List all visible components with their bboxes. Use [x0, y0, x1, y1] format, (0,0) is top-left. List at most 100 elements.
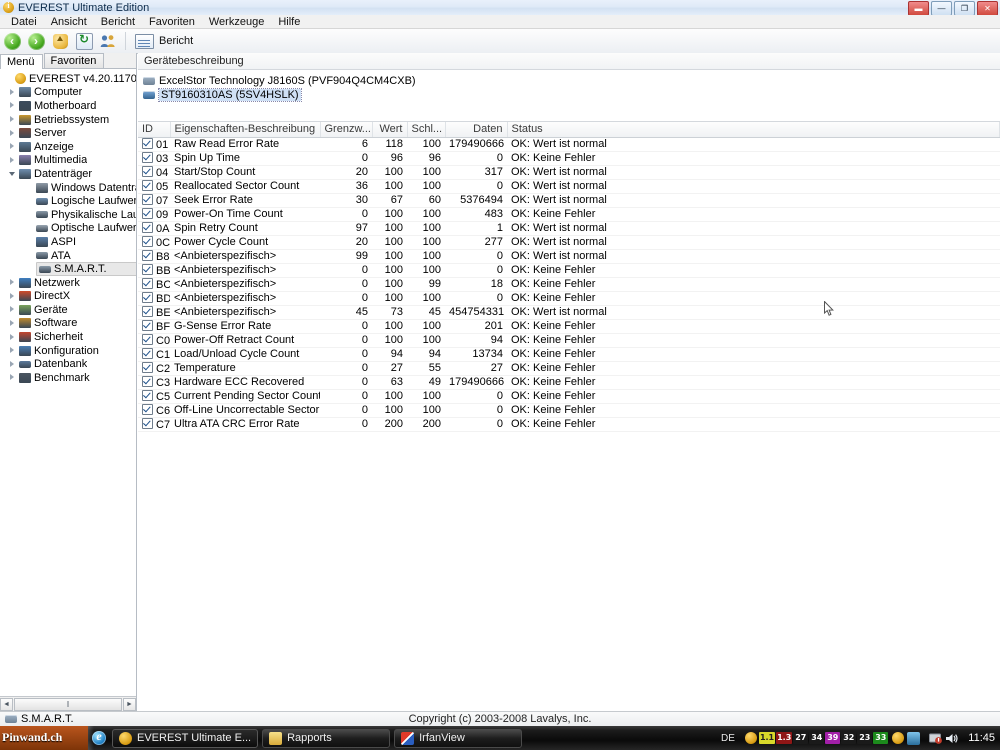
- sidebar-item-benchmark[interactable]: Benchmark: [0, 371, 136, 385]
- tray-sensor-chip[interactable]: 32: [841, 732, 857, 744]
- menu-item-bericht[interactable]: Bericht: [94, 16, 142, 28]
- sidebar-item-logische-laufwerke[interactable]: Logische Laufwerke: [0, 194, 136, 208]
- action-center-icon[interactable]: [929, 732, 943, 745]
- row-checkbox[interactable]: [142, 263, 153, 275]
- internet-explorer-icon[interactable]: [92, 729, 106, 745]
- chevron-right-icon[interactable]: [8, 319, 17, 328]
- tray-sensor-chip[interactable]: 23: [857, 732, 873, 744]
- language-indicator[interactable]: DE: [721, 733, 735, 744]
- chevron-right-icon[interactable]: [8, 305, 17, 314]
- table-row[interactable]: BC <Anbieterspezifisch> 0 100 99 18 OK: Keine …: [138, 277, 1000, 292]
- row-checkbox[interactable]: [142, 137, 153, 149]
- column-header-description[interactable]: Eigenschaften-Beschreibung: [170, 122, 321, 138]
- maximize-button[interactable]: ❐: [954, 1, 975, 16]
- row-checkbox[interactable]: [142, 151, 153, 163]
- device-row[interactable]: ExcelStor Technology J8160S (PVF904Q4CM4…: [138, 74, 1000, 88]
- row-checkbox[interactable]: [142, 347, 153, 359]
- chevron-right-icon[interactable]: [8, 88, 17, 97]
- chevron-right-icon[interactable]: [8, 292, 17, 301]
- scroll-right-arrow[interactable]: ►: [123, 697, 136, 711]
- row-checkbox[interactable]: [142, 375, 153, 387]
- row-checkbox[interactable]: [142, 417, 153, 429]
- row-checkbox[interactable]: [142, 319, 153, 331]
- refresh-button[interactable]: [72, 30, 96, 52]
- taskbar-button[interactable]: EVEREST Ultimate E...: [112, 728, 259, 748]
- users-button[interactable]: [96, 30, 120, 52]
- chevron-right-icon[interactable]: [8, 115, 17, 124]
- chevron-right-icon[interactable]: [8, 346, 17, 355]
- table-row[interactable]: B8 <Anbieterspezifisch> 99 100 100 0 OK: Wert …: [138, 249, 1000, 264]
- tray-sensor-chip[interactable]: 33: [873, 732, 889, 744]
- table-row[interactable]: BF G-Sense Error Rate 0 100 100 201 OK: Keine …: [138, 319, 1000, 334]
- chevron-right-icon[interactable]: [8, 129, 17, 138]
- chevron-right-icon[interactable]: [8, 333, 17, 342]
- column-header-status[interactable]: Status: [507, 122, 1000, 138]
- row-checkbox[interactable]: [142, 249, 153, 261]
- table-row[interactable]: C3 Hardware ECC Recovered 0 63 49 179490666 OK…: [138, 375, 1000, 390]
- column-header-data[interactable]: Daten: [445, 122, 508, 138]
- row-checkbox[interactable]: [142, 403, 153, 415]
- table-row[interactable]: 01 Raw Read Error Rate 6 118 100 179490666 OK:…: [138, 137, 1000, 152]
- sidebar-item-optische-laufwerke[interactable]: Optische Laufwerke: [0, 222, 136, 236]
- row-checkbox[interactable]: [142, 165, 153, 177]
- chevron-right-icon[interactable]: [8, 373, 17, 382]
- start-button[interactable]: Pinwand.ch: [0, 726, 88, 750]
- table-row[interactable]: 05 Reallocated Sector Count 36 100 100 0 OK: W…: [138, 179, 1000, 194]
- row-checkbox[interactable]: [142, 305, 153, 317]
- sidebar-item-windows-datentr-ger[interactable]: Windows Datenträger: [0, 181, 136, 195]
- table-row[interactable]: C0 Power-Off Retract Count 0 100 100 94 OK: Ke…: [138, 333, 1000, 348]
- tray-sensor-chip[interactable]: 34: [809, 732, 825, 744]
- chevron-right-icon[interactable]: [8, 142, 17, 151]
- chevron-right-icon[interactable]: [8, 156, 17, 165]
- row-checkbox[interactable]: [142, 207, 153, 219]
- row-checkbox[interactable]: [142, 193, 153, 205]
- tab-favoriten[interactable]: Favoriten: [43, 53, 105, 68]
- tray-everest-icon[interactable]: [744, 732, 757, 744]
- column-header-id[interactable]: ID: [138, 122, 171, 138]
- menu-item-ansicht[interactable]: Ansicht: [44, 16, 94, 28]
- menu-item-datei[interactable]: Datei: [4, 16, 44, 28]
- table-row[interactable]: 0A Spin Retry Count 97 100 100 1 OK: Wert ist …: [138, 221, 1000, 236]
- table-row[interactable]: C7 Ultra ATA CRC Error Rate 0 200 200 0 OK: Ke…: [138, 417, 1000, 432]
- chevron-right-icon[interactable]: [8, 360, 17, 369]
- table-row[interactable]: 04 Start/Stop Count 20 100 100 317 OK: Wert is…: [138, 165, 1000, 180]
- sidebar-item-computer[interactable]: Computer: [0, 86, 136, 100]
- sidebar-item-konfiguration[interactable]: Konfiguration: [0, 344, 136, 358]
- report-button[interactable]: Bericht: [131, 33, 193, 49]
- everest-tray-icon[interactable]: [892, 732, 905, 744]
- table-row[interactable]: C2 Temperature 0 27 55 27 OK: Keine Fehler: [138, 361, 1000, 376]
- row-checkbox[interactable]: [142, 361, 153, 373]
- row-checkbox[interactable]: [142, 179, 153, 191]
- sidebar-item-server[interactable]: Server: [0, 126, 136, 140]
- tray-sensor-chip[interactable]: 39: [825, 732, 841, 744]
- menu-item-hilfe[interactable]: Hilfe: [271, 16, 307, 28]
- sidebar-item-aspi[interactable]: ASPI: [0, 235, 136, 249]
- up-button[interactable]: [48, 30, 72, 52]
- chevron-down-icon[interactable]: [8, 169, 17, 178]
- tray-sensor-chip[interactable]: 1.3: [776, 732, 793, 744]
- column-header-threshold[interactable]: Grenzw...: [320, 122, 373, 138]
- sidebar-item-physikalische-laufwerk[interactable]: Physikalische Laufwerk: [0, 208, 136, 222]
- taskbar-button[interactable]: Rapports: [262, 728, 391, 748]
- row-checkbox[interactable]: [142, 221, 153, 233]
- taskbar-button[interactable]: IrfanView: [394, 728, 523, 748]
- table-row[interactable]: BD <Anbieterspezifisch> 0 100 100 0 OK: Keine …: [138, 291, 1000, 306]
- column-header-value[interactable]: Wert: [372, 122, 408, 138]
- chevron-right-icon[interactable]: [8, 278, 17, 287]
- clock[interactable]: 11:45: [968, 732, 995, 744]
- close-button[interactable]: ✕: [977, 1, 998, 16]
- table-row[interactable]: 09 Power-On Time Count 0 100 100 483 OK: Keine…: [138, 207, 1000, 222]
- menu-item-favoriten[interactable]: Favoriten: [142, 16, 202, 28]
- sidebar-horizontal-scrollbar[interactable]: ◄ ‖ ►: [0, 696, 136, 711]
- scroll-thumb[interactable]: ‖: [14, 697, 122, 711]
- back-button[interactable]: ‹: [0, 30, 24, 52]
- chevron-right-icon[interactable]: [8, 101, 17, 110]
- table-row[interactable]: C5 Current Pending Sector Count 0 100 100 0 OK…: [138, 389, 1000, 404]
- row-checkbox[interactable]: [142, 277, 153, 289]
- sidebar-item-directx[interactable]: DirectX: [0, 290, 136, 304]
- sidebar-item-datenbank[interactable]: Datenbank: [0, 357, 136, 371]
- table-row[interactable]: C6 Off-Line Uncorrectable Sector ... 0 100 1…: [138, 403, 1000, 418]
- minimize-button[interactable]: —: [931, 1, 952, 16]
- forward-button[interactable]: ›: [24, 30, 48, 52]
- scroll-left-arrow[interactable]: ◄: [0, 697, 13, 711]
